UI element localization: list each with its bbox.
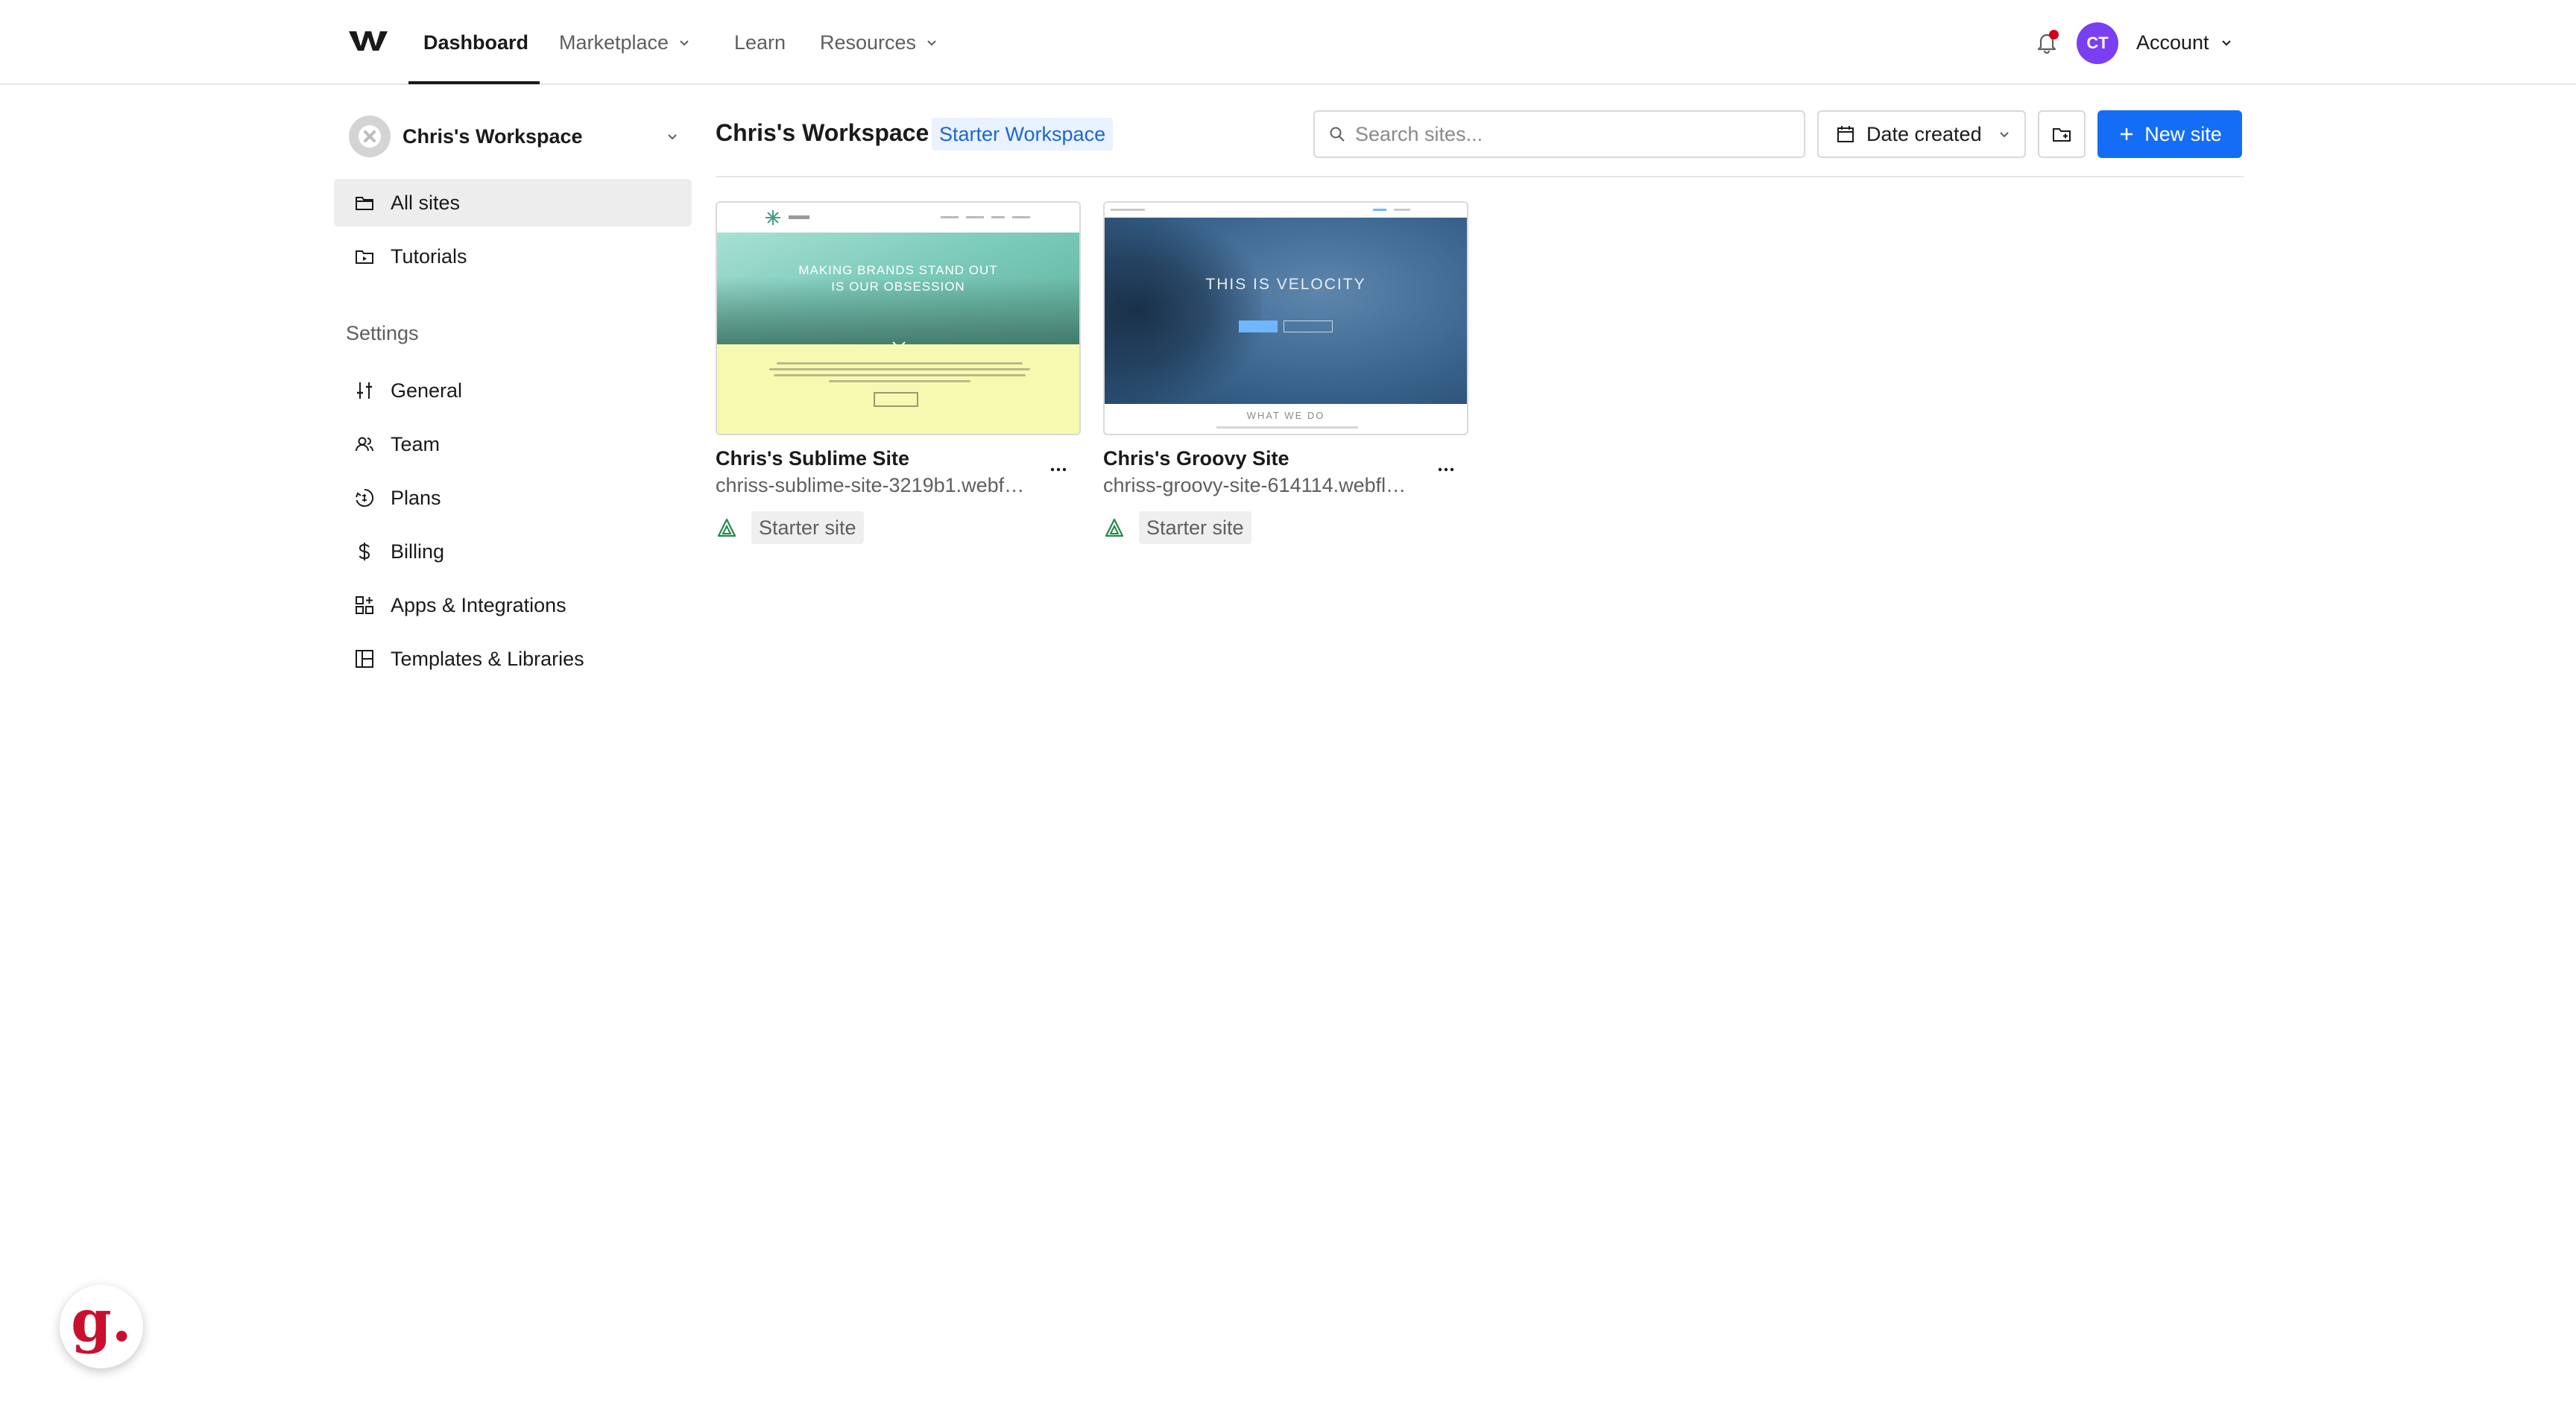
folder-plus-icon [2053,128,2071,142]
site-url[interactable]: chriss-groovy-site-614114.webflow.io [1103,474,1416,497]
sidebar-item-plans[interactable]: Plans [334,474,692,522]
chevron-down-icon [2221,40,2231,46]
site-card: Making brands stand out is our obsession… [716,201,1081,544]
sidebar-item-label: Plans [391,486,441,509]
header-divider [716,176,2244,177]
thumbnail-body [717,344,1079,434]
workspace-switcher[interactable]: Chris's Workspace [349,113,689,159]
floating-app-badge[interactable]: g. [60,1285,143,1368]
site-name[interactable]: Chris's Sublime Site [716,447,909,470]
settings-heading: Settings [346,322,419,344]
dollar-icon [359,543,370,560]
sidebar-item-general[interactable]: General [334,367,692,414]
thumbnail-footer-line [1216,426,1358,429]
sidebar-item-label: Apps & Integrations [391,593,566,616]
site-url[interactable]: chriss-sublime-site-3219b1.webflow.io [716,474,1029,497]
thumbnail-trees [1105,218,1261,404]
thumbnail-heading: Making brands stand out is our obsession [798,263,998,294]
thumbnail-heading: THIS IS VELOCITY [1205,276,1366,293]
plus-icon [2121,128,2133,140]
workspace-x-icon [359,125,381,148]
sidebar-item-all-sites[interactable]: All sites [334,179,692,227]
ellipsis-icon [1438,467,1454,472]
site-plan-badge: Starter site [1139,511,1251,544]
nav-learn-label: Learn [734,31,786,54]
starter-plan-icon [1105,518,1124,537]
thumbnail-nav [1105,203,1467,218]
site-name[interactable]: Chris's Groovy Site [1103,447,1289,470]
site-plan-badge: Starter site [751,511,864,544]
sidebar-item-label: Tutorials [391,244,467,268]
nav-marketplace-label: Marketplace [559,31,669,54]
nav-dashboard-label: Dashboard [423,31,529,54]
sidebar-item-team[interactable]: Team [334,420,692,468]
top-navigation: Dashboard Marketplace Learn Resources CT… [0,0,2576,85]
thumbnail-footer-heading: WHAT WE DO [1246,410,1325,421]
notification-dot [2049,30,2059,40]
new-site-button[interactable]: New site [2097,110,2242,158]
webflow-logo-icon[interactable] [349,27,388,54]
templates-icon [356,650,373,668]
more-options-button[interactable] [1431,455,1461,484]
calendar-icon [1837,126,1854,142]
new-site-label: New site [2144,122,2222,145]
thumbnail-nav [717,203,1079,233]
site-thumbnail[interactable]: Making brands stand out is our obsession [716,201,1081,435]
team-icon [356,437,373,452]
workspace-plan-badge[interactable]: Starter Workspace [932,118,1114,151]
search-input[interactable] [1355,122,1772,146]
sidebar-item-templates-libraries[interactable]: Templates & Libraries [334,635,692,683]
sort-dropdown[interactable]: Date created [1817,110,2026,158]
nav-resources[interactable]: Resources [820,0,938,85]
sidebar-item-billing[interactable]: Billing [334,528,692,575]
thumbnail-button [874,392,918,407]
floating-badge-logo: g. [71,1287,132,1355]
workspace-icon [349,116,391,157]
sidebar-item-label: General [391,379,463,402]
thumbnail-logo-icon [765,210,780,225]
nav-resources-label: Resources [820,31,917,54]
chevron-down-icon [680,40,689,46]
search-field[interactable] [1313,110,1805,158]
account-label: Account [2136,31,2209,54]
nav-marketplace[interactable]: Marketplace [559,0,691,85]
folder-icon [356,197,373,210]
nav-active-indicator [408,81,540,84]
sidebar-item-label: All sites [391,191,461,214]
search-icon [1330,127,1345,142]
starter-plan-icon [717,518,736,537]
sidebar-item-label: Templates & Libraries [391,647,584,670]
sidebar-item-apps-integrations[interactable]: Apps & Integrations [334,581,692,629]
more-options-button[interactable] [1044,455,1073,484]
avatar[interactable]: CT [2077,22,2118,64]
workspace-name: Chris's Workspace [402,124,583,148]
sidebar-item-label: Billing [391,540,445,563]
sort-label: Date created [1866,122,1982,145]
chevron-down-icon [927,40,936,46]
account-menu[interactable]: Account [2136,0,2233,85]
new-folder-button[interactable] [2038,110,2086,158]
chevron-down-icon [2000,132,2009,138]
tutorial-folder-icon [356,250,373,264]
sidebar-item-label: Team [391,432,441,455]
page-title: Chris's Workspace [716,119,929,146]
sidebar-item-tutorials[interactable]: Tutorials [334,233,692,280]
thumbnail-button-primary [1239,320,1278,332]
site-card: THIS IS VELOCITY WHAT WE DO Chris's Groo… [1103,201,1468,544]
ellipsis-icon [1050,467,1067,472]
apps-icon [356,596,373,614]
site-thumbnail[interactable]: THIS IS VELOCITY WHAT WE DO [1103,201,1468,435]
plans-icon [356,488,374,507]
sliders-icon [357,382,372,399]
thumbnail-button-secondary [1284,320,1333,332]
nav-dashboard[interactable]: Dashboard [423,0,528,85]
nav-learn[interactable]: Learn [734,0,786,85]
chevron-down-icon [668,134,677,140]
